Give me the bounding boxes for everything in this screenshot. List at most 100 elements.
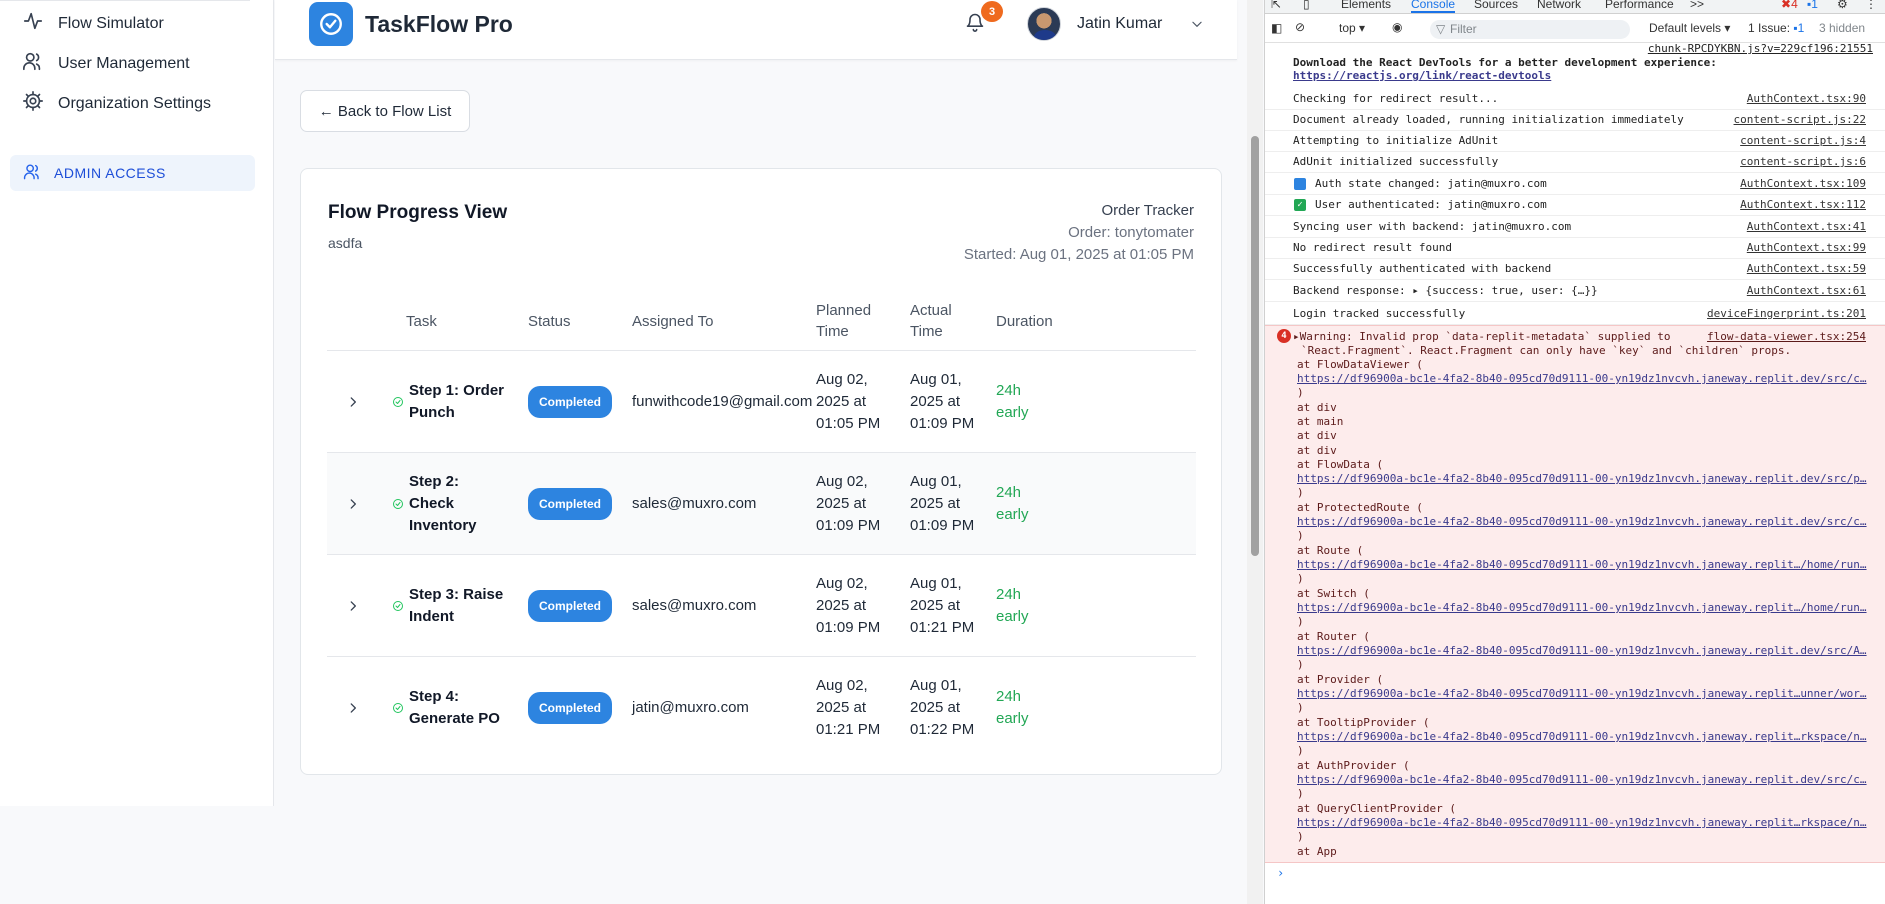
stack-frame: at Router ( [1297, 630, 1370, 643]
tab-console[interactable]: Console [1411, 0, 1456, 13]
sidebar-item-flow-simulator[interactable]: Flow Simulator [22, 10, 164, 37]
stack-frame-link[interactable]: https://df96900a-bc1e-4fa2-8b40-095cd70d… [1297, 687, 1867, 701]
devtools-panel: ⇱ ▯ Elements Console Sources Network Per… [1264, 0, 1885, 904]
settings-gear-icon[interactable]: ⚙ [1837, 0, 1848, 11]
planned-time-line: Aug 02, [816, 676, 868, 694]
back-to-flow-list-button[interactable]: ← Back to Flow List [300, 90, 470, 132]
expand-row-button[interactable] [346, 657, 360, 758]
log-source-link[interactable]: AuthContext.tsx:99 [1747, 237, 1866, 258]
table-row[interactable]: Step 4: Generate PO Completed jatin@muxr… [327, 657, 1196, 759]
tab-performance[interactable]: Performance [1605, 0, 1674, 11]
users-icon [23, 162, 42, 184]
expand-row-button[interactable] [346, 351, 360, 452]
tab-sources[interactable]: Sources [1474, 0, 1518, 11]
table-row[interactable]: Step 1: Order Punch Completed funwithcod… [327, 351, 1196, 453]
check-circle-icon [392, 351, 404, 452]
task-name: Step 1: Order Punch [409, 351, 504, 452]
main-scrollbar-thumb[interactable] [1251, 136, 1259, 556]
log-source-link[interactable]: deviceFingerprint.ts:201 [1707, 303, 1866, 324]
stack-frame-link[interactable]: https://df96900a-bc1e-4fa2-8b40-095cd70d… [1297, 558, 1867, 572]
stack-frame-link[interactable]: https://df96900a-bc1e-4fa2-8b40-095cd70d… [1297, 773, 1867, 787]
log-message: Checking for redirect result... [1293, 92, 1499, 105]
log-message: Attempting to initialize AdUnit [1293, 134, 1499, 147]
log-source-link[interactable]: content-script.js:4 [1740, 130, 1866, 151]
activity-icon [22, 10, 44, 37]
notification-count-badge: 3 [981, 1, 1003, 22]
duration: 24h early [996, 555, 1029, 656]
flow-steps-table: Task Status Assigned To Planned Time Act… [327, 291, 1196, 759]
more-tabs-button[interactable]: >> [1690, 0, 1704, 11]
planned-time: Aug 02, 2025 at 01:09 PM [816, 555, 880, 656]
more-options-icon[interactable]: ⋮ [1865, 0, 1877, 11]
log-source-link[interactable]: AuthContext.tsx:112 [1740, 194, 1866, 215]
table-row[interactable]: Step 2: Check Inventory Completed sales@… [327, 453, 1196, 555]
planned-time-line: 01:09 PM [816, 516, 881, 534]
context-select[interactable]: top ▾ [1339, 21, 1365, 35]
user-name[interactable]: Jatin Kumar [1077, 15, 1162, 33]
log-source-link[interactable]: AuthContext.tsx:61 [1747, 280, 1866, 301]
log-source-link[interactable]: AuthContext.tsx:109 [1740, 173, 1866, 194]
actual-time-line: Aug 01, [910, 574, 962, 592]
console-input-prompt[interactable]: › [1277, 866, 1284, 880]
status-cell: Completed [528, 555, 613, 656]
expand-row-button[interactable] [346, 555, 360, 656]
planned-time-line: 2025 at [816, 392, 867, 410]
sidebar-toggle-icon[interactable]: ◧ [1271, 21, 1282, 35]
sidebar-divider [0, 0, 250, 1]
stack-frame-link[interactable]: https://df96900a-bc1e-4fa2-8b40-095cd70d… [1297, 816, 1867, 830]
log-source-link[interactable]: content-script.js:22 [1734, 109, 1866, 130]
actual-time-line: Aug 01, [910, 472, 962, 490]
log-source-link[interactable]: AuthContext.tsx:90 [1747, 88, 1866, 109]
stack-frame-link[interactable]: https://df96900a-bc1e-4fa2-8b40-095cd70d… [1297, 730, 1867, 744]
console-toolbar: ◧ ⊘ top ▾ ◉ ▽ Filter Default levels ▾ 1 … [1265, 15, 1885, 43]
stack-frame-link[interactable]: https://df96900a-bc1e-4fa2-8b40-095cd70d… [1297, 644, 1867, 658]
warning-message: `React.Fragment`. React.Fragment can onl… [1301, 344, 1792, 357]
task-name-line: Generate PO [409, 709, 500, 727]
log-source-link[interactable]: chunk-RPCDYKBN.js?v=229cf196:21551 [1648, 42, 1873, 55]
log-source-link[interactable]: AuthContext.tsx:59 [1747, 258, 1866, 279]
log-source-link[interactable]: flow-data-viewer.tsx:254 [1707, 330, 1866, 343]
console-filter-input[interactable]: ▽ Filter [1430, 20, 1630, 39]
log-levels-select[interactable]: Default levels ▾ [1649, 21, 1730, 35]
react-warning-entry[interactable]: 4 ▸Warning: Invalid prop `data-replit-me… [1265, 325, 1885, 863]
error-count-badge[interactable]: ✖4 [1781, 0, 1798, 11]
console-log-entry[interactable]: Backend response: ▸ {success: true, user… [1265, 280, 1885, 302]
eye-icon[interactable]: ◉ [1392, 20, 1402, 34]
table-header: Task Status Assigned To Planned Time Act… [327, 291, 1196, 351]
admin-access-label: ADMIN ACCESS [54, 165, 166, 181]
planned-time: Aug 02, 2025 at 01:21 PM [816, 657, 880, 758]
admin-access-link[interactable]: ADMIN ACCESS [10, 155, 255, 191]
duration: 24h early [996, 453, 1029, 554]
assigned-to: jatin@muxro.com [632, 698, 749, 716]
planned-time-line: 2025 at [816, 494, 867, 512]
stack-frame-link[interactable]: https://df96900a-bc1e-4fa2-8b40-095cd70d… [1297, 372, 1867, 386]
avatar[interactable] [1027, 7, 1061, 41]
sidebar-item-user-management[interactable]: User Management [22, 50, 190, 77]
actual-time: Aug 01, 2025 at 01:21 PM [910, 555, 974, 656]
duration-line: early [996, 505, 1029, 523]
log-source-link[interactable]: AuthContext.tsx:41 [1747, 216, 1866, 237]
tab-network[interactable]: Network [1537, 0, 1581, 11]
sidebar-item-organization-settings[interactable]: Organization Settings [22, 90, 211, 117]
column-header-planned-line1: Planned [816, 302, 872, 319]
tab-elements[interactable]: Elements [1341, 0, 1391, 11]
clear-console-icon[interactable]: ⊘ [1295, 20, 1305, 34]
message-count-badge[interactable]: ▪1 [1807, 0, 1818, 11]
status-badge: Completed [528, 487, 613, 520]
flow-progress-card: Flow Progress View asdfa Order Tracker O… [300, 168, 1222, 775]
chevron-right-icon [350, 600, 356, 611]
stack-frame-link[interactable]: https://df96900a-bc1e-4fa2-8b40-095cd70d… [1297, 601, 1867, 615]
inspect-icon[interactable]: ⇱ [1271, 0, 1281, 11]
stack-frame-close: ) [1297, 701, 1304, 714]
stack-frame-link[interactable]: https://df96900a-bc1e-4fa2-8b40-095cd70d… [1297, 515, 1867, 529]
expand-row-button[interactable] [346, 453, 360, 554]
table-row[interactable]: Step 3: Raise Indent Completed sales@mux… [327, 555, 1196, 657]
user-menu-toggle[interactable] [1190, 17, 1204, 31]
react-devtools-link[interactable]: https://reactjs.org/link/react-devtools [1293, 69, 1873, 82]
devtools-tabbar: ⇱ ▯ Elements Console Sources Network Per… [1265, 0, 1885, 14]
log-source-link[interactable]: content-script.js:6 [1740, 151, 1866, 172]
stack-frame-link[interactable]: https://df96900a-bc1e-4fa2-8b40-095cd70d… [1297, 472, 1867, 486]
issues-link[interactable]: 1 Issue: ▪1 [1748, 21, 1804, 35]
console-log-entry: Syncing user with backend: jatin@muxro.c… [1265, 216, 1885, 238]
device-toggle-icon[interactable]: ▯ [1303, 0, 1310, 11]
